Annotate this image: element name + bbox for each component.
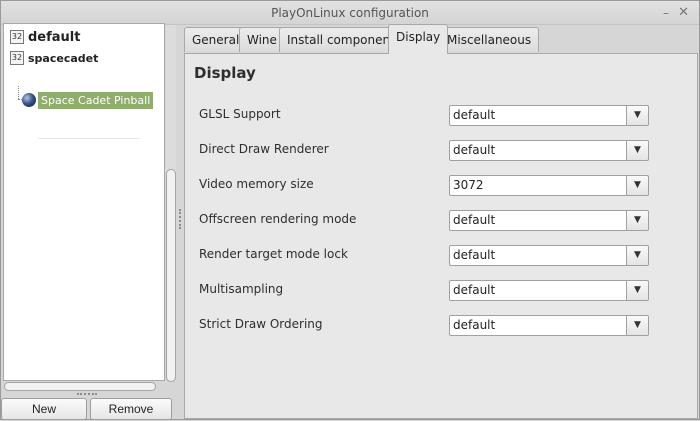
- tree-horizontal-scrollbar[interactable]: [4, 382, 156, 391]
- tab-general[interactable]: General: [184, 27, 248, 52]
- dropdown-value[interactable]: default: [449, 245, 627, 266]
- config-window: PlayOnLinux configuration – ✕ 32 default…: [0, 0, 700, 420]
- render-target-mode-lock-label: Render target mode lock: [199, 247, 348, 261]
- dropdown-value[interactable]: 3072: [449, 175, 627, 196]
- chevron-down-icon[interactable]: ▼: [627, 210, 649, 231]
- chevron-down-icon[interactable]: ▼: [627, 140, 649, 161]
- tab-display[interactable]: Display: [388, 24, 449, 54]
- panel-heading: Display: [194, 64, 256, 82]
- arch-32-icon: 32: [10, 51, 24, 65]
- direct-draw-renderer-label: Direct Draw Renderer: [199, 142, 329, 156]
- video-memory-size-label: Video memory size: [199, 177, 314, 191]
- tree-item-space-cadet-pinball[interactable]: Space Cadet Pinball: [22, 90, 154, 110]
- splitter-grip-icon[interactable]: [77, 393, 97, 395]
- chevron-down-icon[interactable]: ▼: [627, 280, 649, 301]
- arch-32-icon: 32: [10, 30, 24, 44]
- close-icon[interactable]: ✕: [678, 1, 689, 25]
- pinball-ball-icon: [22, 93, 36, 107]
- chevron-down-icon[interactable]: ▼: [627, 315, 649, 336]
- direct-draw-renderer-dropdown[interactable]: default ▼: [449, 140, 649, 161]
- multisampling-dropdown[interactable]: default ▼: [449, 280, 649, 301]
- multisampling-label: Multisampling: [199, 282, 284, 296]
- prefix-tree[interactable]: 32 default 32 spacecadet Space Cadet Pin…: [3, 23, 165, 381]
- window-title: PlayOnLinux configuration: [271, 6, 429, 20]
- splitter-grip-icon[interactable]: [179, 209, 182, 229]
- display-panel: Display GLSL Support default ▼ Direct Dr…: [184, 53, 698, 419]
- dropdown-value[interactable]: default: [449, 280, 627, 301]
- strict-draw-ordering-label: Strict Draw Ordering: [199, 317, 323, 331]
- offscreen-rendering-mode-label: Offscreen rendering mode: [199, 212, 357, 226]
- tree-item-spacecadet[interactable]: 32 spacecadet: [10, 48, 98, 68]
- strict-draw-ordering-dropdown[interactable]: default ▼: [449, 315, 649, 336]
- tree-item-default[interactable]: 32 default: [10, 27, 80, 47]
- offscreen-rendering-mode-dropdown[interactable]: default ▼: [449, 210, 649, 231]
- new-button[interactable]: New: [1, 398, 87, 420]
- glsl-support-dropdown[interactable]: default ▼: [449, 105, 649, 126]
- glsl-support-label: GLSL Support: [199, 107, 281, 121]
- tab-miscellaneous[interactable]: Miscellaneous: [439, 27, 540, 52]
- title-bar[interactable]: PlayOnLinux configuration – ✕: [1, 1, 699, 25]
- minimize-icon[interactable]: –: [663, 1, 669, 25]
- tree-divider: [38, 138, 140, 139]
- chevron-down-icon[interactable]: ▼: [627, 105, 649, 126]
- pane-splitter[interactable]: [165, 25, 177, 421]
- video-memory-size-dropdown[interactable]: 3072 ▼: [449, 175, 649, 196]
- dropdown-value[interactable]: default: [449, 210, 627, 231]
- dropdown-value[interactable]: default: [449, 105, 627, 126]
- tree-connector: [18, 86, 19, 99]
- dropdown-value[interactable]: default: [449, 140, 627, 161]
- prefix-label: spacecadet: [28, 51, 99, 65]
- dropdown-value[interactable]: default: [449, 315, 627, 336]
- prefix-label: default: [28, 29, 81, 45]
- render-target-mode-lock-dropdown[interactable]: default ▼: [449, 245, 649, 266]
- app-label: Space Cadet Pinball: [38, 91, 154, 109]
- chevron-down-icon[interactable]: ▼: [627, 245, 649, 266]
- remove-button[interactable]: Remove: [90, 398, 172, 420]
- chevron-down-icon[interactable]: ▼: [627, 175, 649, 196]
